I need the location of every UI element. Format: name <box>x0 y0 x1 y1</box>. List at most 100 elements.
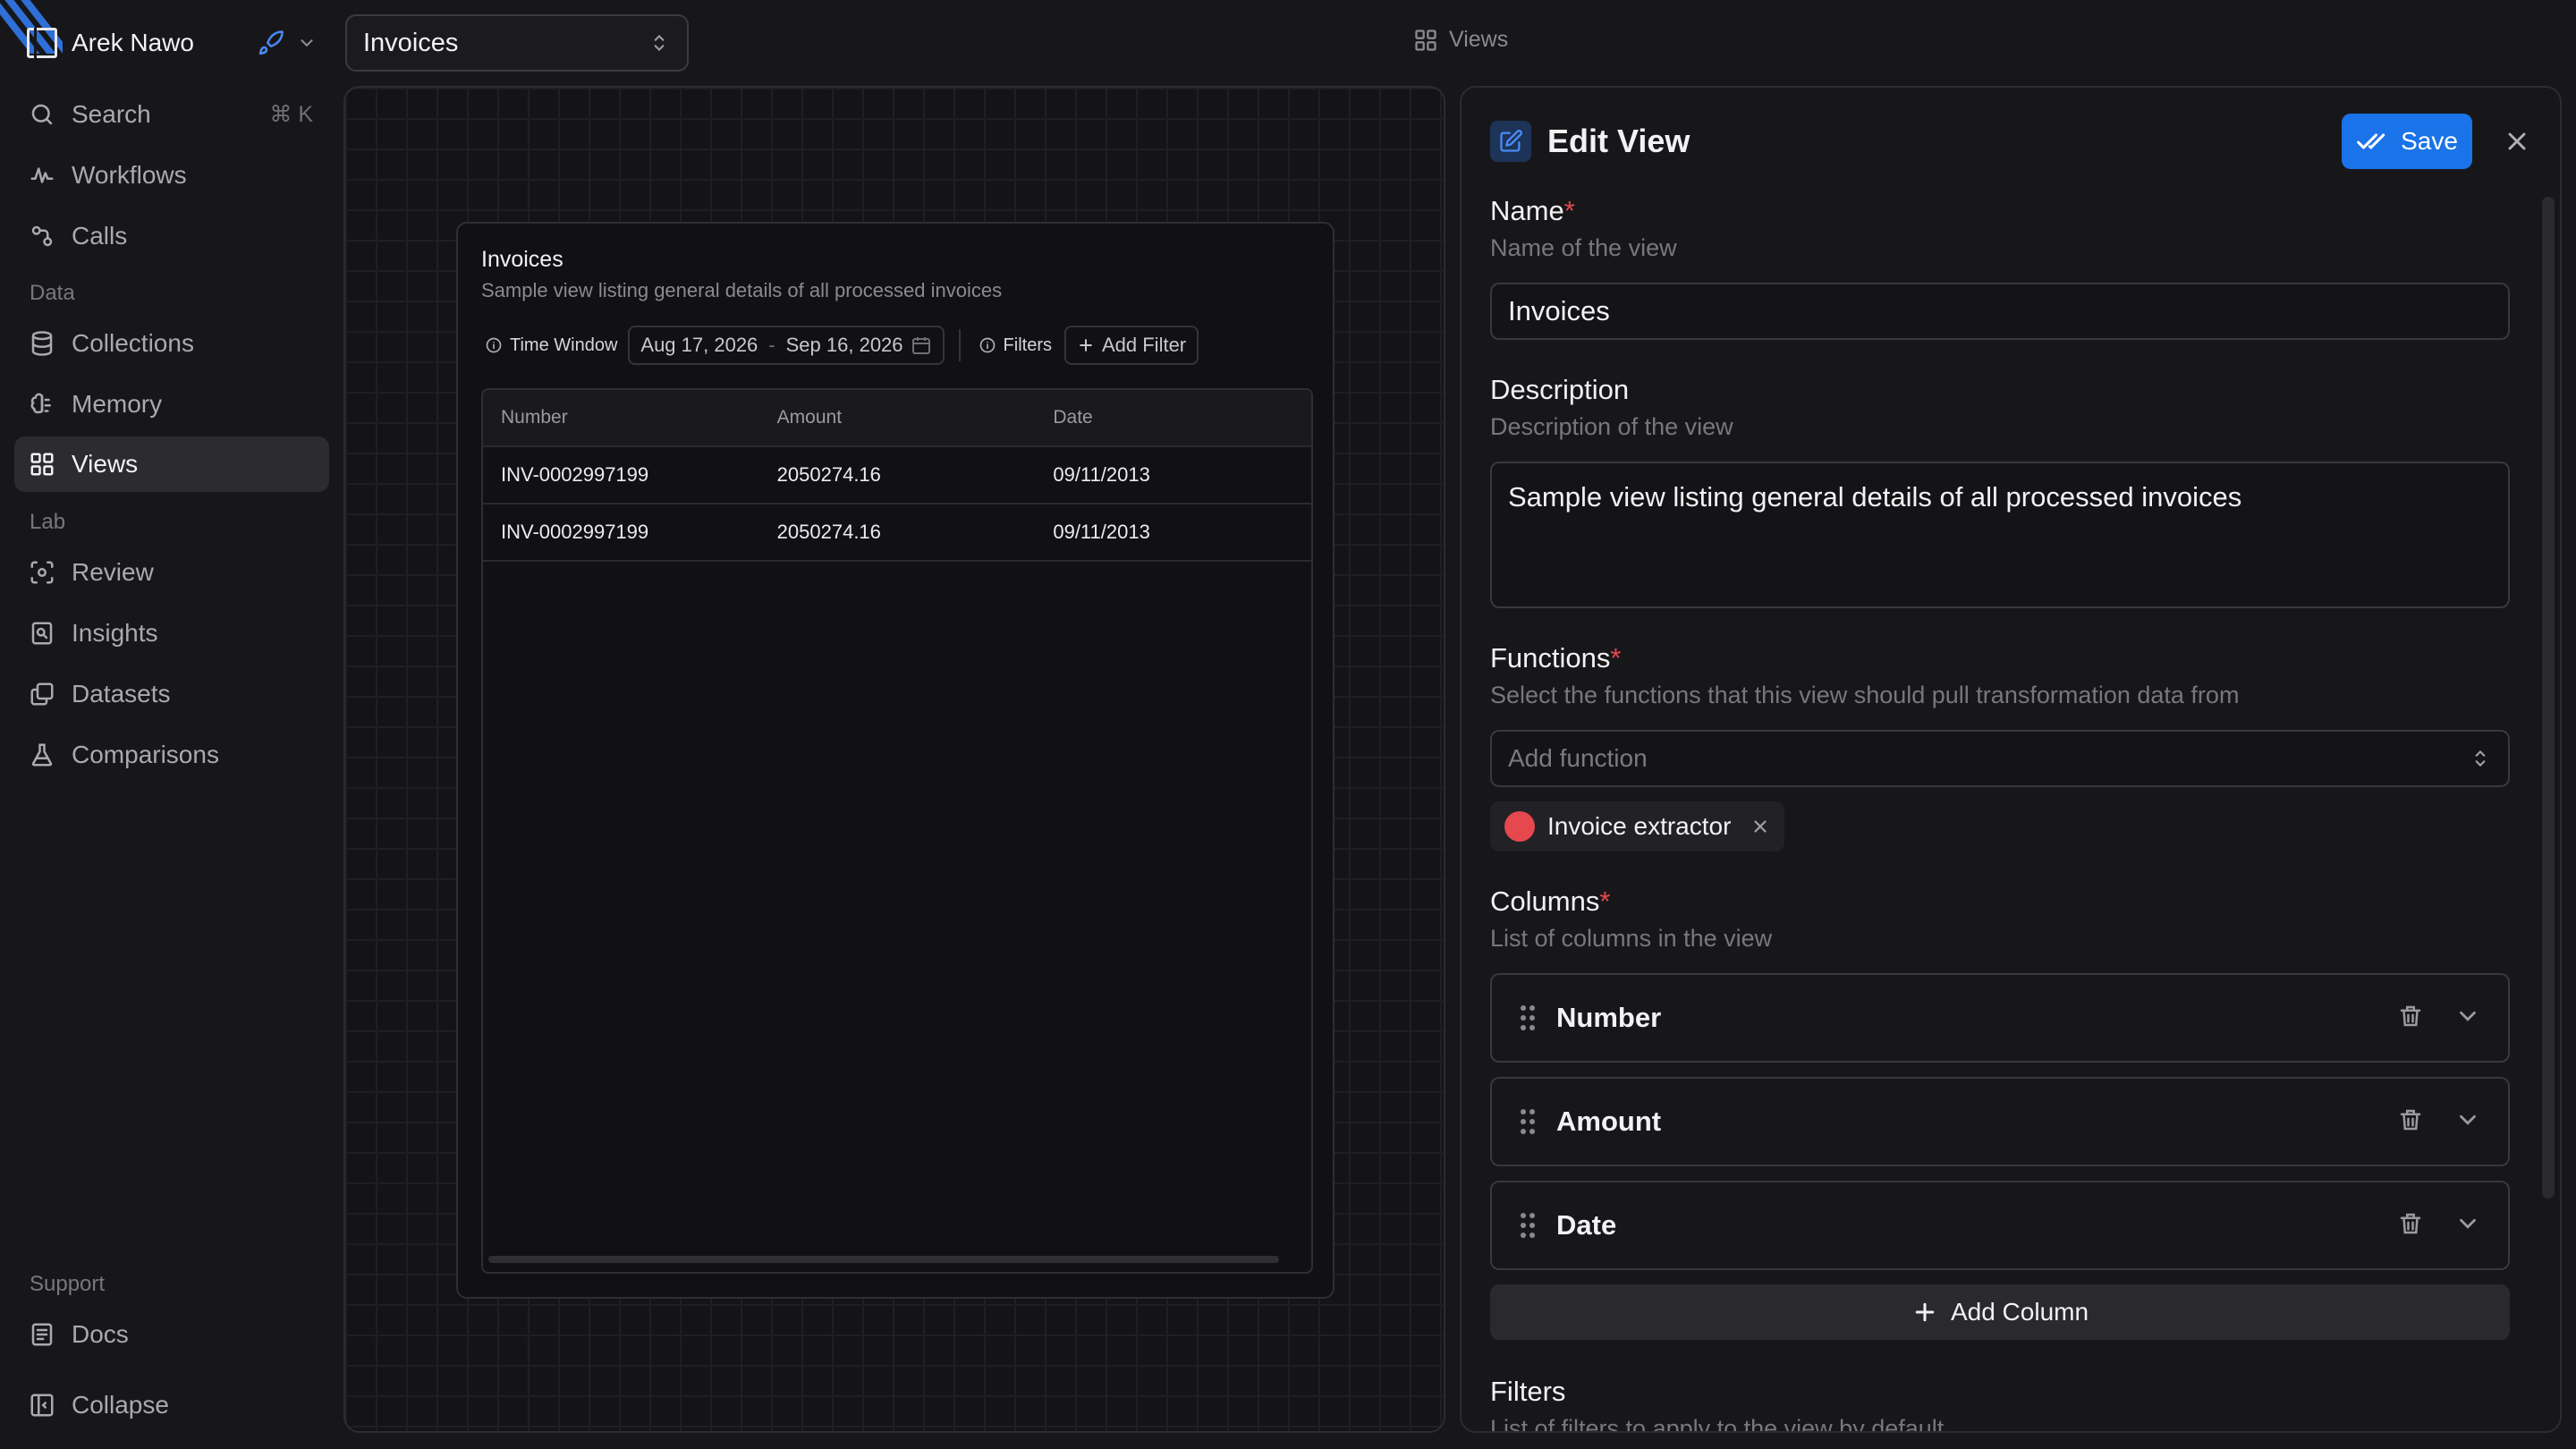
date-to: Sep 16, 2026 <box>785 334 903 356</box>
info-icon <box>486 337 502 353</box>
sidebar-item-search[interactable]: Search ⌘ K <box>14 87 329 142</box>
toolbar-divider <box>958 329 961 361</box>
edit-icon <box>1490 121 1531 162</box>
search-shortcut: ⌘ K <box>269 102 313 127</box>
close-button[interactable] <box>2503 127 2531 156</box>
plus-icon <box>1915 1302 1935 1322</box>
trash-icon[interactable] <box>2397 1106 2424 1138</box>
close-icon <box>2508 132 2526 150</box>
trash-icon[interactable] <box>2397 1210 2424 1241</box>
view-select-value: Invoices <box>363 28 459 57</box>
column-name: Date <box>1556 1209 1617 1241</box>
sidebar-item-datasets[interactable]: Datasets <box>14 666 329 722</box>
column-row-number[interactable]: Number <box>1490 973 2510 1063</box>
sidebar-item-views[interactable]: Views <box>14 436 329 492</box>
table-cell: 09/11/2013 <box>1053 521 1150 543</box>
sidebar-item-label: Collections <box>72 329 194 357</box>
sidebar-item-insights[interactable]: Insights <box>14 606 329 661</box>
insights-icon <box>31 622 53 645</box>
required-marker: * <box>1563 195 1575 226</box>
chevron-updown-icon <box>2475 750 2486 767</box>
column-row-amount[interactable]: Amount <box>1490 1077 2510 1166</box>
edit-view-panel: Edit View Save Name* Name of the view In… <box>1460 86 2562 1433</box>
filters-help: List of filters to apply to the view by … <box>1490 1415 1945 1433</box>
chevron-down-icon[interactable] <box>297 33 317 53</box>
column-header[interactable]: Amount <box>759 407 1036 428</box>
section-label-data: Data <box>30 281 75 305</box>
date-range-picker[interactable]: Aug 17, 2026 - Sep 16, 2026 <box>628 326 945 365</box>
rocket-icon[interactable] <box>258 30 284 56</box>
view-preview-card: Invoices Sample view listing general det… <box>456 222 1335 1299</box>
close-icon <box>1754 820 1767 833</box>
function-tag: Invoice extractor <box>1490 801 1785 852</box>
functions-label: Functions* <box>1490 642 1622 674</box>
preview-table: Number Amount Date INV-0002997199 205027… <box>481 388 1313 1274</box>
sidebar-item-label: Comparisons <box>72 741 219 768</box>
column-row-date[interactable]: Date <box>1490 1181 2510 1270</box>
sidebar-item-label: Workflows <box>72 161 187 189</box>
brain-icon <box>30 393 51 414</box>
chevron-down-icon[interactable] <box>2454 1003 2481 1034</box>
panel-title: Edit View <box>1547 123 1690 159</box>
sidebar-item-collections[interactable]: Collections <box>14 316 329 371</box>
preview-description: Sample view listing general details of a… <box>481 279 1003 301</box>
drag-handle-icon[interactable] <box>1519 1107 1537 1136</box>
table-row[interactable]: INV-0002997199 2050274.16 09/11/2013 <box>483 504 1311 562</box>
chevron-down-icon[interactable] <box>2454 1210 2481 1241</box>
sidebar-item-workflows[interactable]: Workflows <box>14 148 329 203</box>
preview-title: Invoices <box>481 247 564 272</box>
filters-label: Filters <box>1490 1376 1566 1407</box>
sidebar-item-calls[interactable]: Calls <box>14 208 329 264</box>
date-from: Aug 17, 2026 <box>640 334 758 356</box>
required-marker: * <box>1610 642 1622 674</box>
flask-icon <box>31 743 53 767</box>
filters-label: Filters <box>979 335 1052 356</box>
columns-help: List of columns in the view <box>1490 925 1773 952</box>
docs-icon <box>31 1323 53 1346</box>
sidebar-item-memory[interactable]: Memory <box>14 377 329 432</box>
sidebar-item-review[interactable]: Review <box>14 545 329 600</box>
calendar-icon <box>911 337 930 354</box>
collapse-icon <box>30 1394 54 1417</box>
save-button[interactable]: Save <box>2342 114 2472 169</box>
description-textarea[interactable]: Sample view listing general details of a… <box>1490 462 2510 608</box>
drag-handle-icon[interactable] <box>1519 1211 1537 1240</box>
sidebar-item-label: Views <box>72 450 139 478</box>
info-icon <box>979 337 995 353</box>
sidebar: Arek Nawo Search ⌘ K Workflows Calls Dat… <box>0 0 343 1449</box>
sidebar-item-docs[interactable]: Docs <box>14 1307 329 1362</box>
sidebar-item-label: Memory <box>72 390 163 418</box>
remove-function-button[interactable] <box>1750 817 1770 836</box>
horizontal-scrollbar[interactable] <box>488 1256 1279 1263</box>
panel-header: Edit View Save <box>1490 113 2531 170</box>
table-cell: INV-0002997199 <box>501 521 649 543</box>
sidebar-item-label: Datasets <box>72 680 171 708</box>
preview-toolbar: Time Window Aug 17, 2026 - Sep 16, 2026 … <box>481 326 1199 365</box>
workspace-switcher[interactable]: Arek Nawo <box>27 20 317 66</box>
name-label: Name* <box>1490 195 1575 226</box>
drag-handle-icon[interactable] <box>1519 1004 1537 1032</box>
table-cell: 2050274.16 <box>776 463 881 486</box>
panel-scrollbar[interactable] <box>2542 197 2555 1199</box>
datasets-icon <box>30 682 54 706</box>
sidebar-item-label: Review <box>72 558 154 586</box>
sidebar-item-comparisons[interactable]: Comparisons <box>14 727 329 783</box>
column-header[interactable]: Number <box>483 407 759 428</box>
trash-icon[interactable] <box>2397 1003 2424 1034</box>
grid-icon <box>30 453 54 476</box>
add-column-button[interactable]: Add Column <box>1490 1284 2510 1340</box>
view-select[interactable]: Invoices <box>345 14 689 72</box>
workspace-name: Arek Nawo <box>72 29 194 56</box>
add-function-select[interactable]: Add function <box>1490 730 2510 787</box>
table-row[interactable]: INV-0002997199 2050274.16 09/11/2013 <box>483 447 1311 504</box>
table-cell: INV-0002997199 <box>501 463 649 486</box>
add-filter-button[interactable]: Add Filter <box>1063 326 1199 365</box>
name-input[interactable]: Invoices <box>1490 283 2510 340</box>
sidebar-item-collapse[interactable]: Collapse <box>14 1377 329 1433</box>
database-icon <box>31 331 53 356</box>
chevron-updown-icon <box>654 34 665 52</box>
description-label: Description <box>1490 374 1630 405</box>
column-header[interactable]: Date <box>1035 407 1311 428</box>
required-marker: * <box>1599 886 1611 917</box>
chevron-down-icon[interactable] <box>2454 1106 2481 1138</box>
